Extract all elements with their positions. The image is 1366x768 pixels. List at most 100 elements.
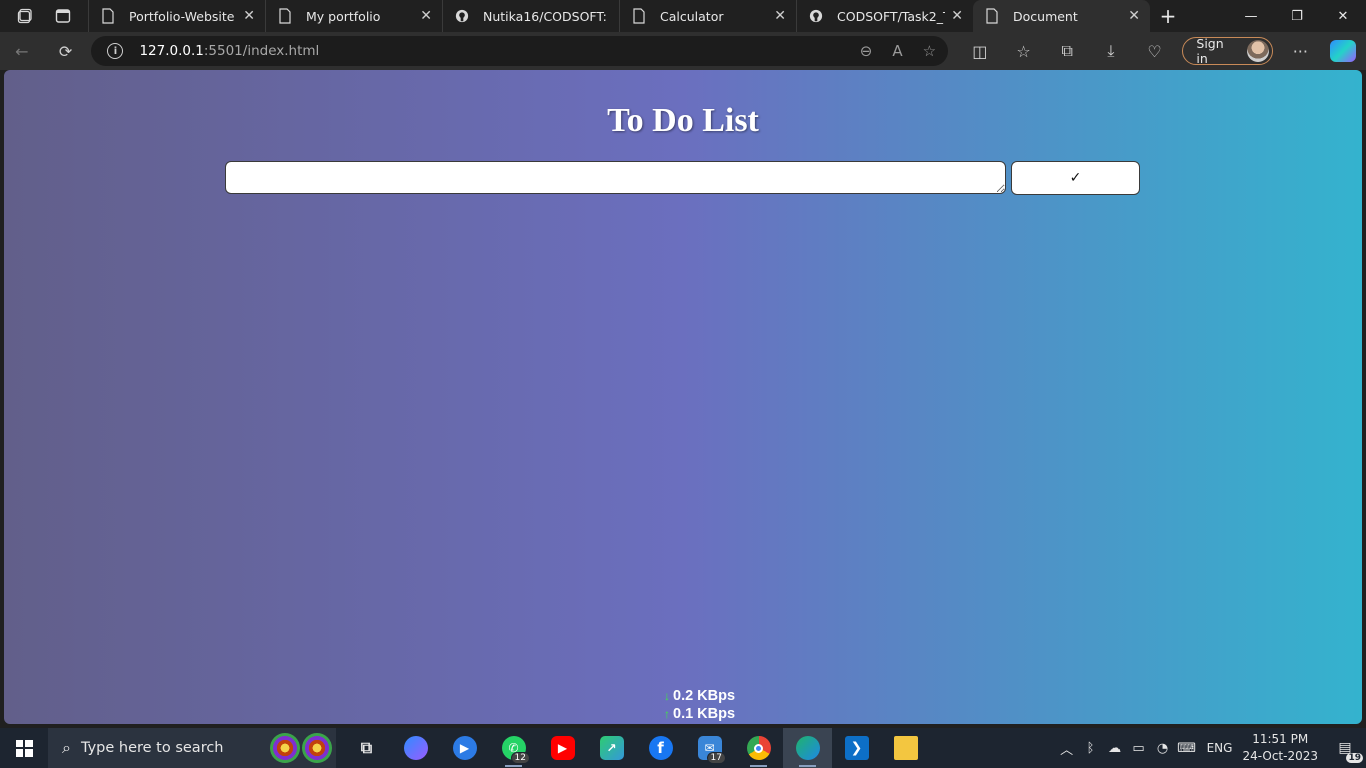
page-title: To Do List <box>607 102 759 139</box>
restore-icon[interactable]: ❐ <box>1274 0 1320 32</box>
zoom-out-icon[interactable]: ⊖ <box>860 42 873 60</box>
vscode-button[interactable]: ❯ <box>832 728 881 768</box>
wifi-icon[interactable]: ◔ <box>1151 741 1175 756</box>
facebook-button[interactable]: f <box>636 728 685 768</box>
network-speed-monitor: ↓ 0.2 KBps ↑ 0.1 KBps <box>664 687 735 723</box>
tab-actions <box>0 0 88 32</box>
chevron-up-icon[interactable]: ︿ <box>1055 739 1079 758</box>
checkmark-icon: ✓ <box>1069 170 1082 186</box>
edge-icon <box>795 736 820 760</box>
edge-button[interactable] <box>783 728 832 768</box>
more-menu-icon[interactable]: ··· <box>1279 32 1323 70</box>
clock-date: 24-Oct-2023 <box>1242 749 1318 763</box>
sign-in-button[interactable]: Sign in <box>1182 36 1273 66</box>
workspaces-icon[interactable] <box>17 8 33 24</box>
split-screen-icon[interactable]: ◫ <box>958 32 1002 70</box>
site-info-icon[interactable]: i <box>107 43 124 59</box>
refresh-icon[interactable]: ⟳ <box>44 32 88 70</box>
bluetooth-icon[interactable]: ᛒ <box>1079 741 1103 756</box>
whatsapp-button[interactable]: ✆ 12 <box>489 728 538 768</box>
avatar <box>1246 40 1269 62</box>
clock-time: 11:51 PM <box>1252 732 1309 746</box>
tab-portfolio-website[interactable]: Portfolio-Website ✕ <box>88 0 265 32</box>
url-host: 127.0.0.1 <box>139 43 204 59</box>
stocks-button[interactable]: ↗ <box>587 728 636 768</box>
tab-label: Nutika16/CODSOFT: <box>483 8 607 24</box>
browser-tab-strip: Portfolio-Website ✕ My portfolio ✕ Nutik… <box>0 0 1366 32</box>
collections-icon[interactable]: ⧉ <box>1045 32 1089 70</box>
document-icon <box>279 8 291 24</box>
close-icon[interactable]: ✕ <box>951 8 963 24</box>
document-icon <box>102 8 114 24</box>
sign-in-label: Sign in <box>1196 36 1224 66</box>
address-bar[interactable]: i 127.0.0.1:5501/index.html ⊖ A ☆ <box>91 36 949 66</box>
start-button[interactable] <box>0 728 48 768</box>
browser-toolbar: ← ⟳ i 127.0.0.1:5501/index.html ⊖ A ☆ ◫ … <box>0 32 1366 70</box>
toolbar-right-tools: ◫ ☆ ⧉ ⤓ ♡ Sign in ··· <box>958 32 1366 70</box>
close-window-icon[interactable]: ✕ <box>1320 0 1366 32</box>
close-icon[interactable]: ✕ <box>774 8 786 24</box>
clock[interactable]: 11:51 PM 24-Oct-2023 <box>1242 731 1318 765</box>
url-path: :5501/index.html <box>203 43 320 59</box>
read-aloud-icon[interactable]: A <box>892 42 902 60</box>
tab-document[interactable]: Document ✕ <box>973 0 1150 32</box>
keyboard-icon[interactable]: ⌨ <box>1175 741 1199 756</box>
copilot-icon[interactable] <box>1330 40 1356 62</box>
window-controls: — ❐ ✕ <box>1228 0 1366 32</box>
tab-codsoft-task2[interactable]: CODSOFT/Task2_ToD ✕ <box>796 0 973 32</box>
search-highlight-decoration <box>270 733 332 763</box>
battery-icon[interactable]: ▭ <box>1127 741 1151 756</box>
rangoli-icon <box>270 733 300 763</box>
tab-actions-icon[interactable] <box>55 8 71 24</box>
address-bar-actions: ⊖ A ☆ <box>860 42 936 60</box>
github-icon <box>809 9 823 23</box>
search-placeholder: Type here to search <box>80 740 224 756</box>
performance-icon[interactable]: ♡ <box>1133 32 1177 70</box>
notification-button[interactable]: ▤ 19 <box>1332 738 1363 763</box>
minimize-icon[interactable]: — <box>1228 0 1274 32</box>
tab-label: CODSOFT/Task2_ToD <box>837 8 945 24</box>
taskbar-search[interactable]: ⌕ Type here to search <box>48 728 336 768</box>
mail-badge: 17 <box>706 752 726 764</box>
chrome-button[interactable] <box>734 728 783 768</box>
stocks-chart-icon: ↗ <box>599 736 624 760</box>
upload-speed-value: 0.1 KBps <box>673 706 736 722</box>
onedrive-icon[interactable]: ☁ <box>1103 741 1127 756</box>
copilot-taskbar-button[interactable] <box>391 728 440 768</box>
tab-label: Portfolio-Website <box>129 8 235 24</box>
github-icon <box>455 9 469 23</box>
rangoli-icon <box>302 733 332 763</box>
facebook-icon: f <box>648 736 673 760</box>
system-tray: ︿ ᛒ ☁ ▭ ◔ ⌨ ENG 11:51 PM 24-Oct-2023 ▤ 1… <box>1055 731 1366 765</box>
document-icon <box>986 8 998 24</box>
new-tab-button[interactable]: + <box>1150 0 1186 32</box>
favorite-star-icon[interactable]: ☆ <box>923 42 936 60</box>
mail-button[interactable]: ✉ 17 <box>685 728 734 768</box>
task-view-button[interactable]: ⧉ <box>342 728 391 768</box>
back-arrow-icon[interactable]: ← <box>0 32 44 70</box>
windows-logo-icon <box>15 739 33 757</box>
folder-icon <box>893 736 918 760</box>
tab-nutika16-codsoft[interactable]: Nutika16/CODSOFT: <box>442 0 619 32</box>
downloads-icon[interactable]: ⤓ <box>1089 32 1133 70</box>
tab-label: My portfolio <box>306 8 381 24</box>
document-icon <box>633 8 645 24</box>
tab-label: Calculator <box>660 8 724 24</box>
todo-input[interactable] <box>225 161 1006 194</box>
media-player-button[interactable]: ▶ <box>440 728 489 768</box>
favorites-icon[interactable]: ☆ <box>1002 32 1046 70</box>
close-icon[interactable]: ✕ <box>1128 8 1140 24</box>
close-icon[interactable]: ✕ <box>420 8 432 24</box>
tab-my-portfolio[interactable]: My portfolio ✕ <box>265 0 442 32</box>
youtube-button[interactable]: ▶ <box>538 728 587 768</box>
language-indicator[interactable]: ENG <box>1207 741 1233 755</box>
download-speed: ↓ 0.2 KBps <box>664 687 735 705</box>
file-explorer-button[interactable] <box>881 728 930 768</box>
task-view-icon: ⧉ <box>360 738 373 757</box>
upload-speed: ↑ 0.1 KBps <box>664 705 735 723</box>
whatsapp-badge: 12 <box>510 752 530 764</box>
tab-calculator[interactable]: Calculator ✕ <box>619 0 796 32</box>
close-icon[interactable]: ✕ <box>243 8 255 24</box>
tab-label: Document <box>1013 8 1078 24</box>
add-task-button[interactable]: ✓ <box>1011 161 1140 195</box>
